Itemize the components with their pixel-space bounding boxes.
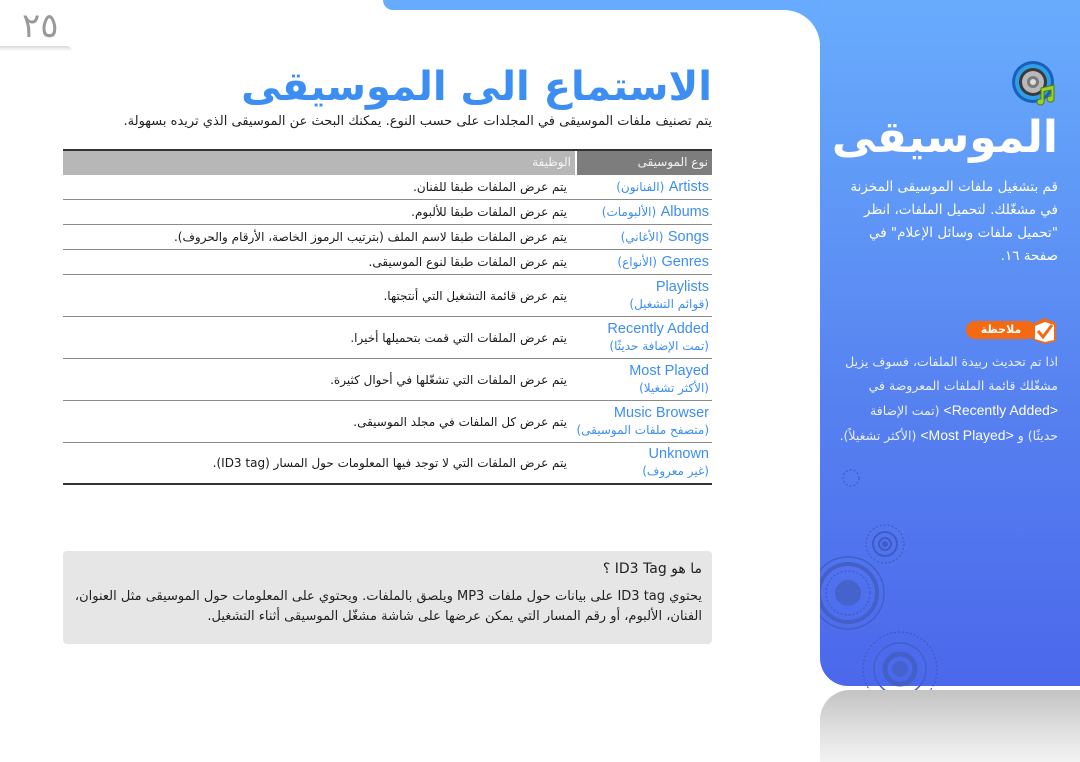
- type-en: Music Browser: [613, 404, 709, 421]
- type-ar: (غير معروف): [642, 464, 709, 478]
- intro-text: يتم تصنيف ملفات الموسيقى في المجلدات على…: [123, 114, 712, 129]
- table-row: Recently Added (تمت الإضافة حديثًا) يتم ع…: [63, 317, 712, 359]
- type-en: Playlists: [655, 278, 709, 295]
- music-type-cell: Playlists (قوائم التشغيل): [575, 279, 712, 313]
- sidebar-description: قم بتشغيل ملفات الموسيقى المخزنة في مشغّ…: [850, 179, 1058, 264]
- type-en: Genres: [661, 253, 709, 270]
- note-text-part: اذا تم تحديث ربيدة الملفات، فسوف يزيل مش…: [845, 354, 1058, 393]
- top-decorative-strip: [383, 0, 820, 10]
- function-cell: يتم عرض الملفات التي لا توجد فيها المعلو…: [212, 456, 567, 470]
- function-cell: يتم عرض الملفات طبقا لاسم الملف (بترتيب …: [173, 230, 567, 244]
- type-ar: (الأغاني): [620, 229, 664, 244]
- function-cell: يتم عرض الملفات طبقا لنوع الموسيقى.: [368, 255, 567, 269]
- type-ar: (قوائم التشغيل): [629, 296, 709, 311]
- recently-added-ref: <Recently Added>: [943, 402, 1058, 418]
- type-ar: (الأنواع): [617, 254, 657, 269]
- function-cell: يتم عرض الملفات التي قمت بتحميلها أخيرا.: [350, 330, 567, 345]
- most-played-ref: <Most Played>: [920, 427, 1014, 443]
- type-ar: (الألبومات): [601, 204, 657, 219]
- id3-info-box: ما هو ID3 Tag ؟ يحتوي ID3 tag على بيانات…: [63, 551, 712, 644]
- type-en: Unknown: [648, 446, 709, 462]
- sidebar-title: الموسيقى: [831, 112, 1058, 163]
- header-music-type: نوع الموسيقى: [575, 151, 712, 175]
- function-cell: يتم عرض الملفات طبقا للألبوم.: [411, 205, 567, 219]
- type-en: Recently Added: [607, 320, 709, 337]
- page-title: الاستماع الى الموسيقى: [241, 64, 712, 110]
- function-cell: يتم عرض الملفات التي تشغّلها في أحوال كث…: [330, 372, 567, 387]
- header-function: الوظيفة: [63, 151, 575, 175]
- function-cell: يتم عرض الملفات طبقا للفنان.: [413, 180, 567, 194]
- checkbox-icon: [1033, 318, 1056, 344]
- page-number-underline: [0, 46, 72, 51]
- type-ar: (تمت الإضافة حديثًا): [609, 338, 709, 353]
- note-label: ملاحظة: [966, 321, 1036, 339]
- table-row: Artists (الفنانون) يتم عرض الملفات طبقا …: [63, 175, 712, 200]
- music-type-cell: Artists (الفنانون): [575, 179, 712, 196]
- type-en: Most Played: [629, 362, 709, 379]
- circle-cluster-large: [820, 556, 885, 630]
- panel-corner-decoration: [770, 10, 820, 60]
- table-header: نوع الموسيقى الوظيفة: [63, 151, 712, 175]
- note-text-part: (الأكثر تشغيلاً).: [839, 428, 921, 443]
- table-row: Most Played (الأكثر تشغيلا) يتم عرض الملف…: [63, 359, 712, 401]
- speaker-music-icon: [1012, 61, 1055, 106]
- table-row: Genres (الأنواع) يتم عرض الملفات طبقا لن…: [63, 250, 712, 275]
- page-number: ٢٥: [22, 6, 59, 46]
- function-cell: يتم عرض قائمة التشغيل التي أنتجتها.: [383, 288, 567, 303]
- note-badge: ملاحظة: [966, 315, 1058, 345]
- table-row: Playlists (قوائم التشغيل) يتم عرض قائمة ا…: [63, 275, 712, 317]
- music-type-cell: Music Browser (متصفح ملفات الموسيقى): [575, 405, 712, 439]
- type-ar: (الفنانون): [616, 179, 665, 194]
- circle-cluster-bottom: [862, 631, 938, 690]
- type-ar: (الأكثر تشغيلا): [639, 380, 709, 395]
- music-type-cell: Albums (الألبومات): [575, 204, 712, 221]
- sidebar-bottom-shade: [820, 690, 1080, 762]
- id3-box-body: يحتوي ID3 tag على بيانات حول ملفات MP3 و…: [74, 589, 702, 624]
- decorative-circles: [820, 469, 938, 690]
- table-row: Music Browser (متصفح ملفات الموسيقى) يتم …: [63, 401, 712, 443]
- table-row: Unknown (غير معروف) يتم عرض الملفات التي …: [63, 443, 712, 485]
- type-en: Albums: [660, 203, 709, 220]
- note-text: اذا تم تحديث ربيدة الملفات، فسوف يزيل مش…: [838, 350, 1058, 448]
- function-cell: يتم عرض كل الملفات في مجلد الموسيقى.: [353, 414, 567, 429]
- circle-cluster-small: [865, 524, 905, 564]
- id3-box-title: ما هو ID3 Tag ؟: [602, 561, 702, 577]
- type-en: Artists: [668, 178, 709, 195]
- table-row: Albums (الألبومات) يتم عرض الملفات طبقا …: [63, 200, 712, 225]
- music-type-cell: Unknown (غير معروف): [575, 446, 712, 480]
- type-en: Songs: [667, 228, 709, 245]
- music-type-cell: Genres (الأنواع): [575, 254, 712, 271]
- music-types-table: نوع الموسيقى الوظيفة Artists (الفنانون) …: [63, 149, 712, 485]
- type-ar: (متصفح ملفات الموسيقى): [576, 422, 709, 437]
- music-type-cell: Recently Added (تمت الإضافة حديثًا): [575, 321, 712, 355]
- music-type-cell: Songs (الأغاني): [575, 229, 712, 246]
- table-row: Songs (الأغاني) يتم عرض الملفات طبقا لاس…: [63, 225, 712, 250]
- music-type-cell: Most Played (الأكثر تشغيلا): [575, 363, 712, 397]
